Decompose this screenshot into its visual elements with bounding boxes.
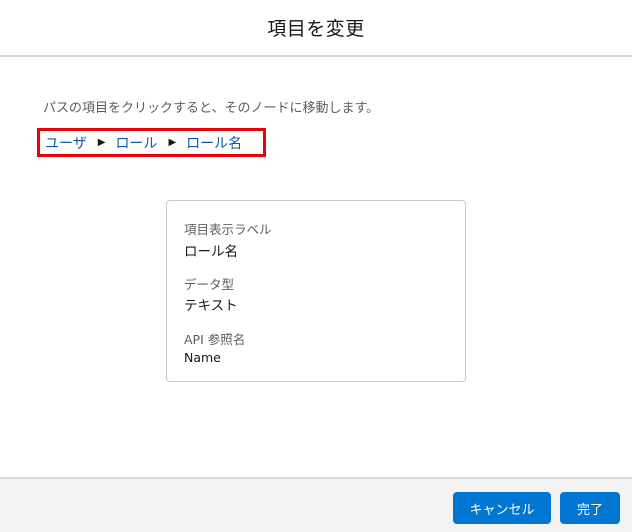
modal-header: 項目を変更 <box>0 0 632 57</box>
data-type-title: データ型 <box>184 277 235 292</box>
api-name-value: Name <box>184 350 221 365</box>
field-label-value: ロール名 <box>184 244 238 260</box>
change-field-modal: 項目を変更 パスの項目をクリックすると、そのノードに移動します。 ユーザ ▶ ロ… <box>0 0 632 532</box>
breadcrumb-item-role[interactable]: ロール <box>115 133 157 153</box>
data-type-value: テキスト <box>184 298 238 314</box>
cancel-button[interactable]: キャンセル <box>453 492 551 524</box>
instruction-text: パスの項目をクリックすると、そのノードに移動します。 <box>43 101 380 116</box>
modal-footer: キャンセル 完了 <box>0 477 632 532</box>
done-button[interactable]: 完了 <box>560 492 620 524</box>
field-path-breadcrumb: ユーザ ▶ ロール ▶ ロール名 <box>37 128 266 157</box>
breadcrumb-item-role-name[interactable]: ロール名 <box>186 133 242 153</box>
breadcrumb-item-user[interactable]: ユーザ <box>45 133 87 153</box>
field-label-title: 項目表示ラベル <box>184 222 272 237</box>
right-triangle-icon: ▶ <box>168 137 177 148</box>
field-detail-card: 項目表示ラベル ロール名 データ型 テキスト API 参照名 Name <box>166 200 466 382</box>
modal-title: 項目を変更 <box>267 18 365 40</box>
right-triangle-icon: ▶ <box>97 137 106 148</box>
api-name-title: API 参照名 <box>184 332 246 347</box>
